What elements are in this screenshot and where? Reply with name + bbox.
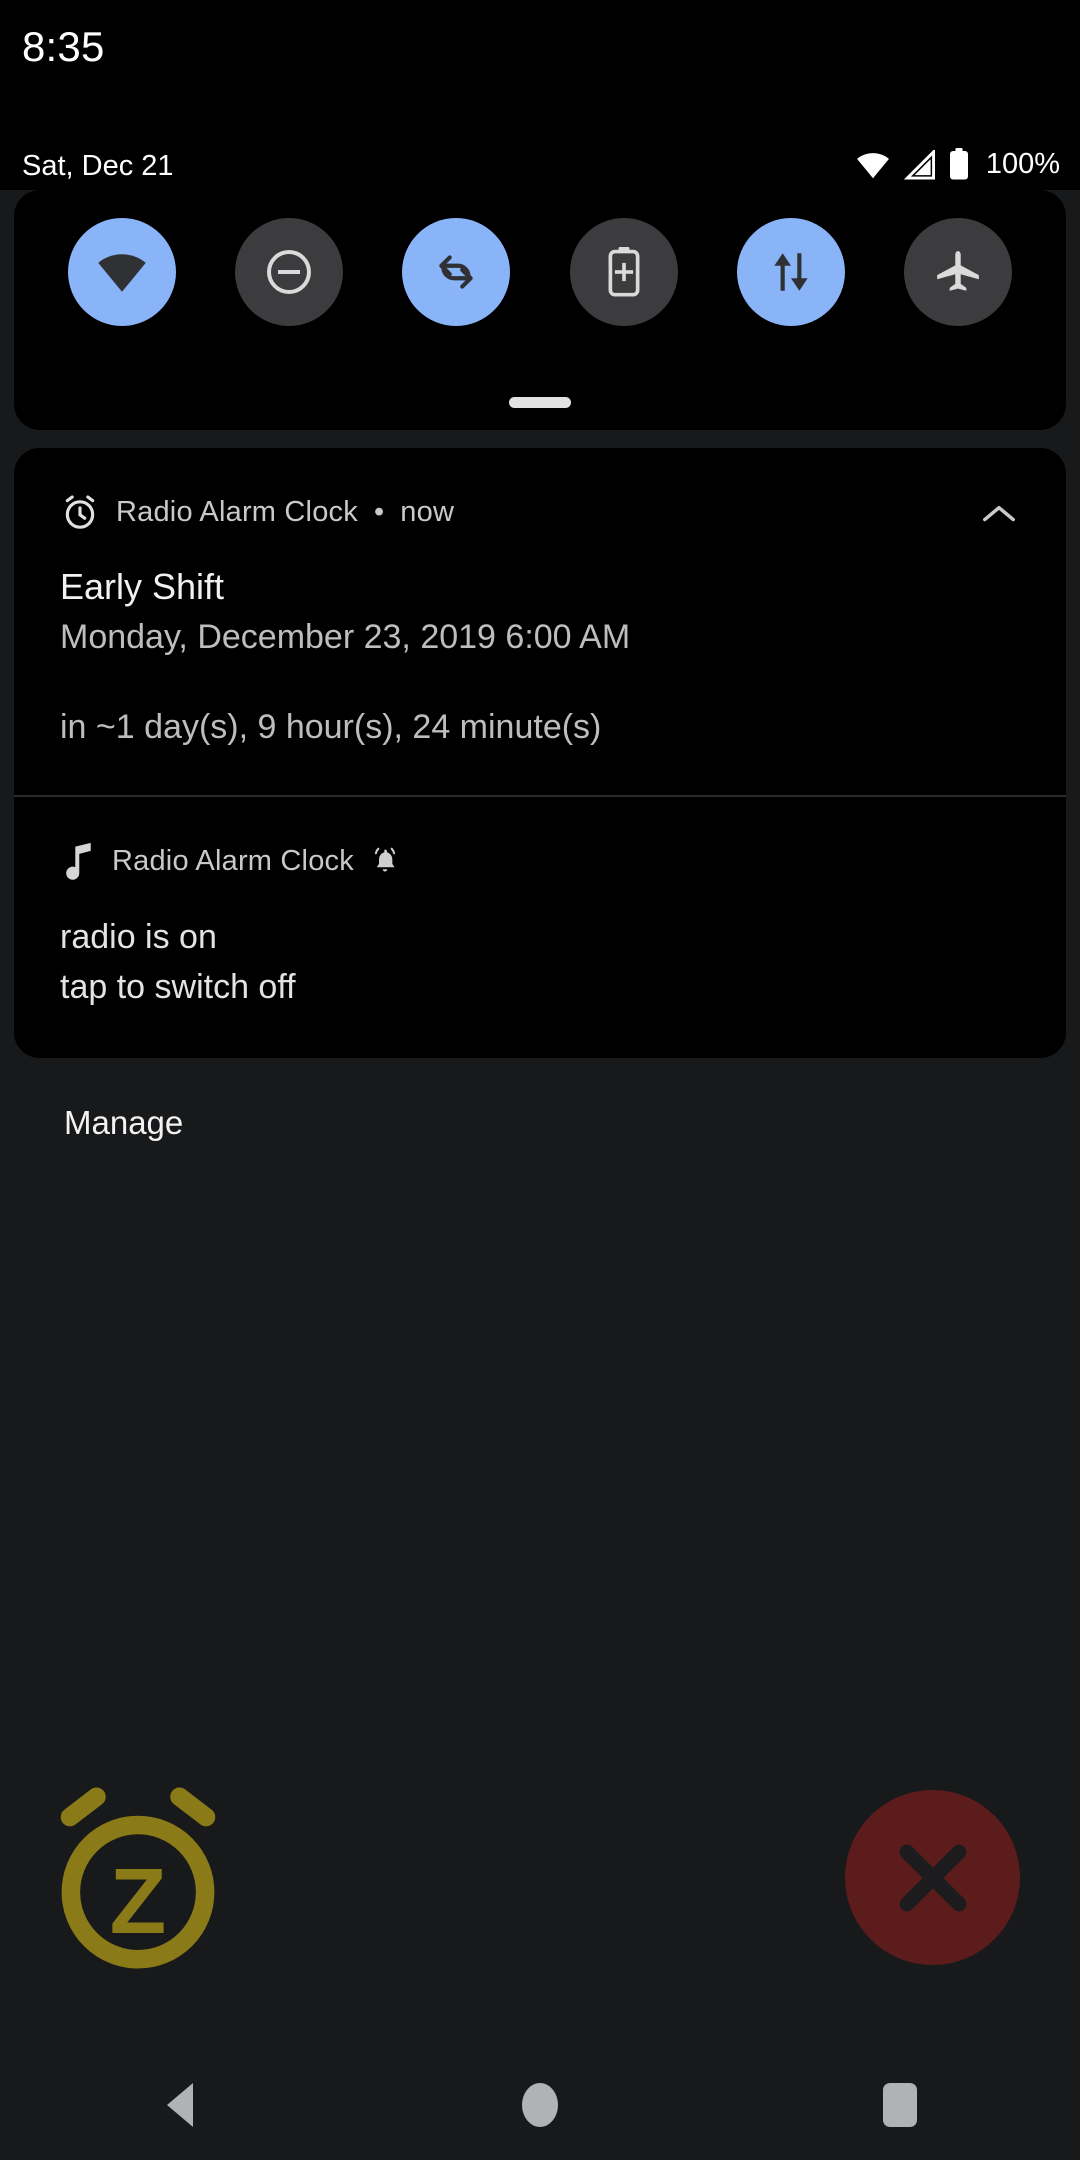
bell-ringing-icon [370, 845, 400, 877]
notification-title: Early Shift [60, 566, 225, 607]
quick-settings-tiles [14, 218, 1066, 326]
notification-countdown: in ~1 day(s), 9 hour(s), 24 minute(s) [60, 708, 602, 747]
qs-tile-do-not-disturb[interactable] [234, 218, 343, 326]
qs-tile-mobile-data[interactable] [736, 218, 845, 326]
navigation-bar [0, 2050, 1080, 2160]
svg-text:Z: Z [110, 1849, 167, 1953]
notification-stack: Radio Alarm Clock • now Early Shift Mond… [14, 448, 1066, 1058]
notification-line-1: radio is on [60, 918, 217, 957]
recents-button[interactable] [840, 2050, 960, 2160]
airplane-icon [933, 247, 983, 297]
music-note-icon [60, 841, 96, 881]
qs-tile-auto-rotate[interactable] [402, 218, 511, 326]
back-button[interactable] [120, 2050, 240, 2160]
qs-tile-battery-saver[interactable] [569, 218, 678, 326]
close-icon [899, 1844, 966, 1911]
notification-body: Early Shift Monday, December 23, 2019 6:… [14, 564, 1066, 795]
notification-radio[interactable]: Radio Alarm Clock radio is on tap to swi… [14, 795, 1066, 1058]
notification-separator: • [373, 495, 385, 528]
notification-app-name: Radio Alarm Clock [112, 844, 354, 877]
wifi-icon [97, 251, 147, 293]
status-clock: 8:35 [22, 23, 105, 70]
battery-percent-label: 100% [985, 148, 1060, 180]
notification-body: radio is on tap to switch off [14, 913, 1066, 1058]
status-icon-group: 100% [856, 148, 1060, 181]
notification-app-name: Radio Alarm Clock [116, 495, 358, 528]
notification-subtitle: Monday, December 23, 2019 6:00 AM [60, 618, 631, 656]
manage-button[interactable]: Manage [64, 1104, 183, 1142]
notification-time: now [400, 495, 455, 528]
quick-settings-drag-handle[interactable] [509, 397, 571, 408]
notification-line-2: tap to switch off [60, 967, 296, 1006]
battery-saver-icon [607, 247, 641, 297]
cellular-signal-icon [903, 149, 935, 180]
qs-tile-wifi[interactable] [67, 218, 176, 326]
notification-header: Radio Alarm Clock • now [14, 448, 1066, 532]
notification-header: Radio Alarm Clock [14, 797, 1066, 881]
quick-settings-panel [14, 190, 1066, 430]
wifi-icon [856, 151, 890, 179]
home-circle-icon [522, 2083, 558, 2127]
snooze-alarm-icon[interactable]: Z [32, 1772, 244, 1984]
notification-bottom-spacer [60, 1012, 1020, 1058]
notification-footer: Manage [0, 1092, 1080, 1182]
home-button[interactable] [480, 2050, 600, 2160]
status-bar: 8:35 Sat, Dec 21 100% [0, 0, 1080, 190]
alarm-clock-icon [60, 492, 100, 532]
auto-rotate-icon [431, 247, 481, 297]
notification-alarm[interactable]: Radio Alarm Clock • now Early Shift Mond… [14, 448, 1066, 796]
notification-shade-screen: 8:35 Sat, Dec 21 100% Radio Alarm Clock … [0, 0, 1080, 2160]
do-not-disturb-icon [265, 248, 313, 296]
dismiss-alarm-icon[interactable] [845, 1790, 1020, 1965]
status-date: Sat, Dec 21 [22, 150, 174, 182]
back-triangle-icon [167, 2083, 193, 2127]
notification-bottom-spacer [60, 749, 1020, 795]
qs-tile-airplane-mode[interactable] [904, 218, 1013, 326]
recents-square-icon [883, 2083, 917, 2127]
mobile-data-icon [769, 247, 813, 297]
battery-icon [948, 148, 970, 181]
chevron-up-icon[interactable] [980, 502, 1018, 526]
